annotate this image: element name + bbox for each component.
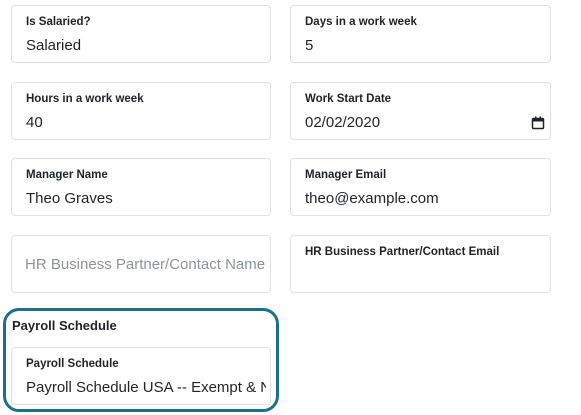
hr-contact-email-field[interactable]: HR Business Partner/Contact Email	[290, 235, 551, 293]
hours-in-work-week-field[interactable]: Hours in a work week 40	[11, 82, 271, 140]
payroll-schedule-label: Payroll Schedule	[26, 358, 119, 370]
hours-in-work-week-label: Hours in a work week	[26, 93, 144, 105]
payroll-schedule-title: Payroll Schedule	[12, 318, 117, 333]
manager-name-field[interactable]: Manager Name Theo Graves	[11, 158, 271, 216]
is-salaried-label: Is Salaried?	[26, 16, 91, 28]
work-start-date-field[interactable]: Work Start Date 02/02/2020	[290, 82, 551, 140]
calendar-icon[interactable]	[531, 116, 545, 130]
hr-contact-email-label: HR Business Partner/Contact Email	[305, 246, 500, 258]
payroll-schedule-value: Payroll Schedule USA -- Exempt & N	[26, 379, 266, 396]
work-start-date-label: Work Start Date	[305, 93, 392, 105]
manager-email-label: Manager Email	[305, 169, 387, 181]
days-in-work-week-label: Days in a work week	[305, 16, 417, 28]
hr-contact-name-placeholder: HR Business Partner/Contact Name	[25, 256, 266, 273]
hours-in-work-week-value: 40	[26, 114, 43, 131]
employee-details-form: Is Salaried? Salaried Days in a work wee…	[0, 0, 581, 415]
manager-name-value: Theo Graves	[26, 190, 113, 207]
is-salaried-value: Salaried	[26, 37, 82, 54]
hr-contact-name-field[interactable]: HR Business Partner/Contact Name	[11, 235, 271, 293]
is-salaried-field[interactable]: Is Salaried? Salaried	[11, 5, 271, 63]
manager-email-field[interactable]: Manager Email theo@example.com	[290, 158, 551, 216]
days-in-work-week-field[interactable]: Days in a work week 5	[290, 5, 551, 63]
payroll-schedule-field[interactable]: Payroll Schedule Payroll Schedule USA --…	[11, 347, 271, 405]
manager-name-label: Manager Name	[26, 169, 108, 181]
work-start-date-value: 02/02/2020	[305, 114, 381, 131]
manager-email-value: theo@example.com	[305, 190, 439, 207]
days-in-work-week-value: 5	[305, 37, 314, 54]
